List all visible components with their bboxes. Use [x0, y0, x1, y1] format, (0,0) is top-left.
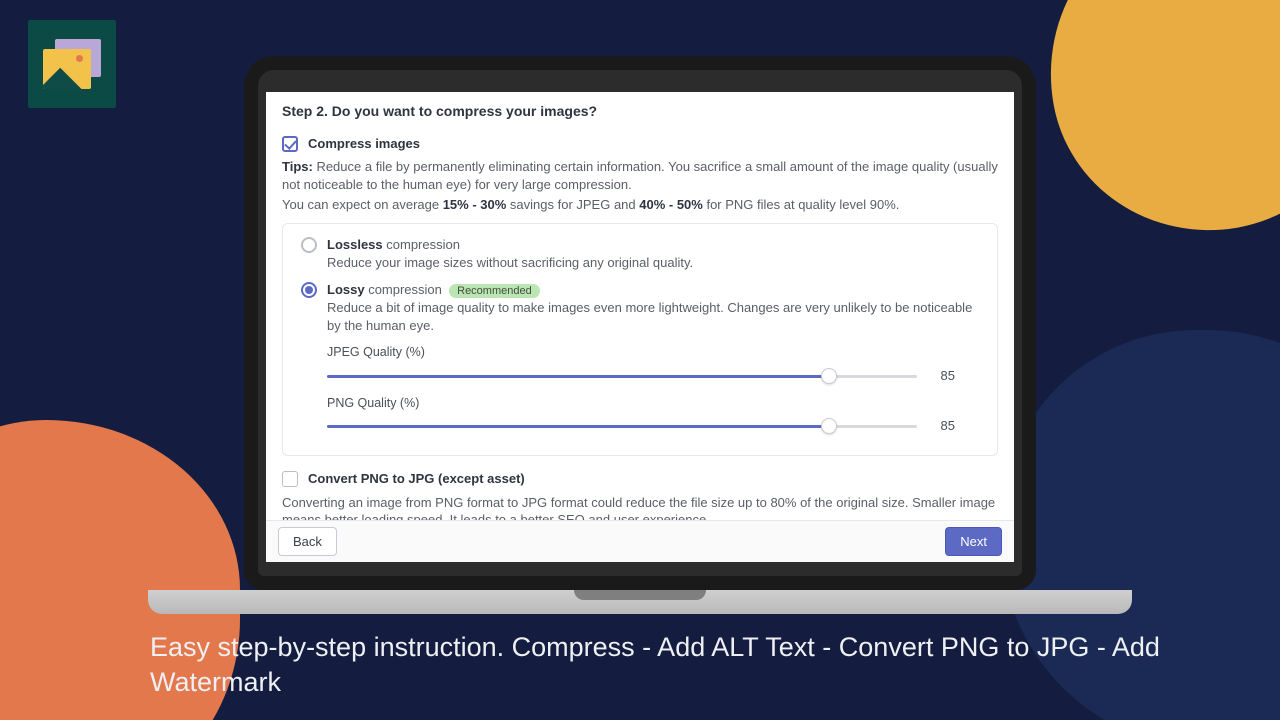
decorative-shape-yellow	[1025, 0, 1280, 255]
lossless-title: Lossless compression	[327, 236, 460, 254]
png-quality-label: PNG Quality (%)	[327, 395, 979, 412]
png-quality-value: 85	[931, 417, 955, 435]
convert-png-desc: Converting an image from PNG format to J…	[282, 494, 998, 521]
lossy-title: Lossy compression Recommended	[327, 281, 540, 299]
tips-lead: Tips:	[282, 159, 313, 174]
next-button[interactable]: Next	[945, 527, 1002, 556]
image-icon	[43, 39, 101, 89]
lossy-desc: Reduce a bit of image quality to make im…	[327, 299, 979, 334]
app-logo-badge	[28, 20, 116, 108]
tips-text: Tips: Reduce a file by permanently elimi…	[282, 158, 998, 193]
recommended-badge: Recommended	[449, 284, 540, 298]
laptop-frame: Step 2. Do you want to compress your ima…	[244, 56, 1036, 590]
compress-images-checkbox[interactable]	[282, 136, 298, 152]
laptop-notch	[574, 590, 706, 600]
compress-images-label: Compress images	[308, 135, 420, 153]
jpeg-quality-value: 85	[931, 367, 955, 385]
marketing-caption: Easy step-by-step instruction. Compress …	[150, 630, 1200, 699]
step-title: Step 2. Do you want to compress your ima…	[282, 102, 998, 121]
tips-body: Reduce a file by permanently eliminating…	[282, 159, 998, 192]
back-button[interactable]: Back	[278, 527, 337, 556]
expect-text: You can expect on average 15% - 30% savi…	[282, 196, 998, 214]
compression-options-card: Lossless compression Reduce your image s…	[282, 223, 998, 456]
jpeg-quality-label: JPEG Quality (%)	[327, 344, 979, 361]
convert-png-label: Convert PNG to JPG (except asset)	[308, 470, 525, 488]
png-quality-slider[interactable]	[327, 418, 917, 434]
app-screen: Step 2. Do you want to compress your ima…	[266, 92, 1014, 562]
wizard-footer: Back Next	[266, 520, 1014, 562]
convert-png-checkbox[interactable]	[282, 471, 298, 487]
lossless-radio[interactable]	[301, 237, 317, 253]
lossless-desc: Reduce your image sizes without sacrific…	[327, 254, 979, 272]
jpeg-quality-slider[interactable]	[327, 368, 917, 384]
lossy-radio[interactable]	[301, 282, 317, 298]
